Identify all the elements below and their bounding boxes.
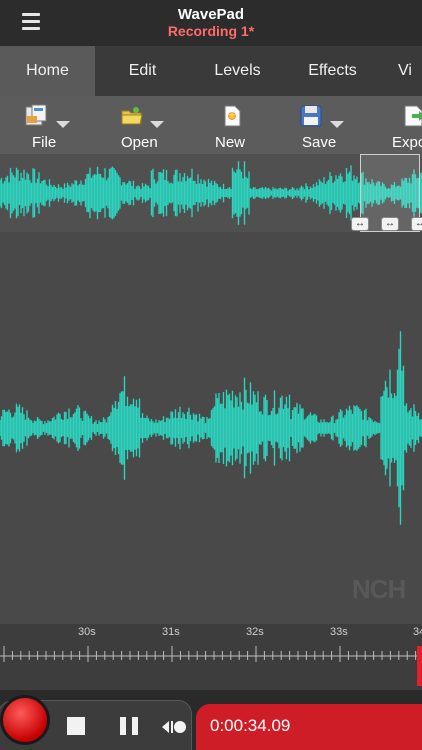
open-folder-icon	[121, 107, 143, 125]
export-label: Expo	[392, 134, 422, 151]
new-label: New	[215, 134, 246, 151]
timeline-ruler[interactable]: 30s 31s 32s 33s 34	[0, 624, 422, 690]
pause-icon	[120, 717, 126, 735]
document-title: Recording 1*	[167, 23, 255, 39]
open-label: Open	[121, 134, 158, 151]
waveform-trace	[0, 161, 422, 225]
waveform-trace	[0, 331, 422, 525]
export-button[interactable]: Expo	[390, 96, 422, 154]
file-label: File	[32, 134, 57, 151]
selection-end-handle-icon[interactable]: ↔	[411, 217, 422, 231]
file-icon	[25, 104, 47, 126]
transport-bar: 0:00:34.09	[0, 690, 422, 750]
tab-edit[interactable]: Edit	[95, 46, 190, 96]
new-button[interactable]: New	[212, 96, 252, 154]
export-icon	[404, 105, 422, 127]
selection-start-handle-icon[interactable]: ↔	[351, 217, 369, 231]
main-waveform-graph	[0, 331, 422, 525]
timeline-ticks	[0, 646, 422, 662]
pause-button[interactable]	[114, 712, 144, 742]
stop-icon	[67, 717, 85, 735]
tab-levels[interactable]: Levels	[190, 46, 285, 96]
save-label: Save	[302, 134, 337, 151]
tab-effects[interactable]: Effects	[285, 46, 380, 96]
scrub-play-button[interactable]	[158, 712, 188, 742]
file-button[interactable]: File	[20, 96, 80, 154]
tab-home[interactable]: Home	[0, 46, 95, 96]
open-dropdown-icon	[150, 121, 164, 128]
time-display: 0:00:34.09	[196, 704, 422, 750]
title-bar: WavePad Recording 1*	[0, 0, 422, 46]
current-time: 0:00:34.09	[210, 716, 291, 735]
toolbar: File Open New Save Expo	[0, 96, 422, 154]
selection-move-handle-icon[interactable]: ↔	[381, 217, 399, 231]
open-button[interactable]: Open	[118, 96, 178, 154]
nch-watermark: NCH	[352, 574, 406, 604]
tab-bar: Home Edit Levels Effects Vi	[0, 46, 422, 96]
stop-button[interactable]	[62, 712, 92, 742]
scrub-play-icon	[162, 721, 186, 733]
save-disk-icon	[300, 105, 322, 127]
playhead-marker[interactable]	[417, 646, 422, 686]
main-waveform[interactable]: NCH	[0, 232, 422, 624]
file-dropdown-icon	[56, 121, 70, 128]
app-title: WavePad	[177, 6, 245, 23]
tab-view[interactable]: Vi	[398, 46, 422, 96]
save-dropdown-icon	[330, 121, 344, 128]
record-button[interactable]	[0, 695, 50, 745]
new-file-icon	[224, 105, 241, 127]
save-button[interactable]: Save	[296, 96, 356, 154]
